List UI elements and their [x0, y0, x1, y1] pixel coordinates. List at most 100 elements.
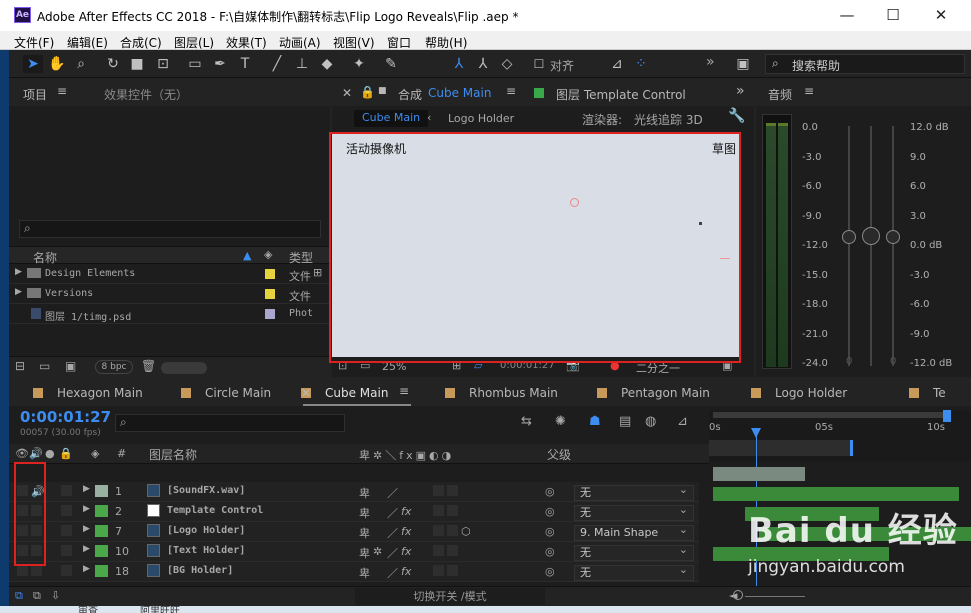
- flowchart-icon[interactable]: ⊞: [313, 266, 322, 279]
- new-comp-icon[interactable]: ▣: [65, 359, 76, 373]
- column-hash[interactable]: #: [117, 447, 126, 460]
- motion-blur-switch[interactable]: [433, 505, 444, 516]
- panel-chevron[interactable]: »: [736, 83, 745, 99]
- motion-blur-switch[interactable]: [433, 525, 444, 536]
- selection-tool-icon[interactable]: ➤: [23, 55, 43, 73]
- lock-icon[interactable]: 🔒: [59, 447, 73, 460]
- comp-menu-icon[interactable]: ≡: [506, 84, 516, 98]
- parent-dropdown[interactable]: 9. Main Shape: [574, 523, 694, 541]
- tab-cube-main[interactable]: Cube Main: [428, 86, 491, 100]
- current-timecode[interactable]: 0:00:01:27: [20, 408, 111, 426]
- puppet-tool-icon[interactable]: ✎: [381, 55, 401, 73]
- shy-switch-icon[interactable]: 卑: [359, 485, 370, 501]
- grid-icon[interactable]: ⊞: [452, 359, 461, 372]
- snap-checkbox[interactable]: ☐: [529, 55, 549, 73]
- adjustment-switch[interactable]: [447, 525, 458, 536]
- visibility-switch[interactable]: [17, 485, 28, 496]
- snap-options-icon[interactable]: ⊿: [607, 55, 627, 73]
- label-color-swatch[interactable]: [265, 269, 275, 279]
- timeline-tab[interactable]: Te: [933, 386, 946, 400]
- adjustment-switch[interactable]: [447, 505, 458, 516]
- pick-whip-icon[interactable]: ◎: [545, 505, 555, 518]
- parent-dropdown[interactable]: 无: [574, 503, 694, 521]
- parent-dropdown[interactable]: 无: [574, 543, 694, 561]
- taskbar-item[interactable]: 审查: [78, 602, 98, 613]
- graph-editor-icon[interactable]: ⊿: [677, 414, 688, 429]
- clone-stamp-tool-icon[interactable]: ⊥: [292, 55, 312, 73]
- layer-duration-bar[interactable]: [745, 507, 879, 521]
- layer-duration-bar[interactable]: [759, 527, 971, 541]
- interpret-footage-icon[interactable]: ⊟: [15, 359, 25, 373]
- close-icon[interactable]: ✕: [342, 86, 352, 100]
- layer-name[interactable]: [SoundFX.wav]: [167, 485, 245, 496]
- timeline-tab[interactable]: Hexagon Main: [57, 386, 143, 400]
- work-area-end-handle[interactable]: [943, 410, 951, 422]
- renderer-button[interactable]: 光线追踪 3D: [630, 111, 707, 128]
- column-parent[interactable]: 父级: [547, 446, 571, 463]
- always-preview-icon[interactable]: ⊡: [338, 359, 347, 372]
- view-axis-icon[interactable]: ◇: [497, 55, 517, 73]
- visibility-switch[interactable]: [17, 525, 28, 536]
- audio-slider-knob[interactable]: [886, 230, 900, 244]
- brush-tool-icon[interactable]: ╱: [267, 55, 287, 73]
- audio-switch[interactable]: [31, 565, 42, 576]
- project-search-input[interactable]: ⌕: [19, 220, 321, 238]
- lock-switch[interactable]: [61, 505, 72, 516]
- label-color-swatch[interactable]: [95, 545, 108, 557]
- color-channel-icon[interactable]: ●: [610, 359, 620, 372]
- layer-name[interactable]: Template Control: [167, 505, 263, 516]
- composition-viewer[interactable]: 活动摄像机 草图: [332, 132, 740, 357]
- comp-timecode[interactable]: 0:00:01:27: [500, 360, 555, 371]
- pick-whip-icon[interactable]: ◎: [545, 485, 555, 498]
- fx-switch-icon[interactable]: fx: [401, 505, 411, 518]
- timeline-tab[interactable]: Rhombus Main: [469, 386, 558, 400]
- layer-duration-bar[interactable]: [713, 487, 959, 501]
- parent-dropdown[interactable]: 无: [574, 563, 694, 581]
- timeline-tab[interactable]: Cube Main: [325, 386, 388, 400]
- quality-switch-icon[interactable]: ／: [387, 505, 398, 521]
- pick-whip-icon[interactable]: ◎: [545, 545, 555, 558]
- column-layer-name[interactable]: 图层名称: [149, 446, 197, 463]
- audio-speaker-icon[interactable]: 🔊: [29, 447, 43, 460]
- layer-name[interactable]: [BG Holder]: [167, 565, 233, 576]
- frame-blending-icon[interactable]: ▤: [619, 414, 631, 429]
- adjustment-switch[interactable]: [447, 485, 458, 496]
- audio-switch[interactable]: [31, 505, 42, 516]
- label-color-swatch[interactable]: [95, 525, 108, 537]
- project-item-row[interactable]: ▶ Versions 文件: [9, 285, 330, 304]
- region-of-interest-icon[interactable]: ▣: [722, 359, 732, 372]
- timeline-search-input[interactable]: ⌕: [115, 414, 345, 432]
- project-item-row[interactable]: 图层 1/timg.psd Phot: [9, 305, 330, 324]
- expand-arrow-icon[interactable]: ▶: [83, 544, 90, 554]
- quality-switch-icon[interactable]: ／: [387, 525, 398, 541]
- layer-row[interactable]: ▶ 7 [Logo Holder] 卑 ／ fx ⬡ ◎ 9. Main Shape: [9, 522, 699, 542]
- column-type[interactable]: 类型: [289, 249, 313, 266]
- trash-icon[interactable]: 🗑: [141, 359, 156, 373]
- motion-blur-switch[interactable]: [433, 545, 444, 556]
- breadcrumb-logo-holder[interactable]: Logo Holder: [448, 112, 514, 125]
- rotate-tool-icon[interactable]: ↻: [103, 55, 123, 73]
- roto-brush-tool-icon[interactable]: ✦: [349, 55, 369, 73]
- toggle-switches-modes[interactable]: 切换开关 /模式: [355, 588, 545, 605]
- workspace-icon[interactable]: ▣: [733, 55, 753, 73]
- project-menu-icon[interactable]: ≡: [57, 84, 67, 98]
- work-area-bar[interactable]: [713, 412, 945, 418]
- new-folder-icon[interactable]: ▭: [39, 359, 50, 373]
- zoom-slider[interactable]: [745, 596, 805, 597]
- video-eye-icon[interactable]: 👁: [15, 447, 29, 460]
- pan-behind-tool-icon[interactable]: ⊡: [153, 55, 173, 73]
- menu-view[interactable]: 视图(V): [333, 34, 375, 51]
- menu-composition[interactable]: 合成(C): [120, 34, 162, 51]
- camera-tool-icon[interactable]: ■: [127, 55, 147, 73]
- lock-icon[interactable]: 🔒: [360, 85, 375, 99]
- label-color-swatch[interactable]: [95, 565, 108, 577]
- quality-switch-icon[interactable]: ／: [387, 485, 398, 501]
- expand-arrow-icon[interactable]: ▶: [83, 564, 90, 574]
- layer-row[interactable]: 🔊 ▶ 1 [SoundFX.wav] 卑 ／ ◎ 无: [9, 482, 699, 502]
- visibility-switch[interactable]: [17, 565, 28, 576]
- lock-switch[interactable]: [61, 485, 72, 496]
- fx-switch-icon[interactable]: fx: [401, 565, 411, 578]
- pen-tool-icon[interactable]: ✒: [210, 55, 230, 73]
- shy-switch-icon[interactable]: 卑: [359, 505, 370, 521]
- switches-icons[interactable]: 卑✲＼fx▣◐◑: [359, 447, 454, 463]
